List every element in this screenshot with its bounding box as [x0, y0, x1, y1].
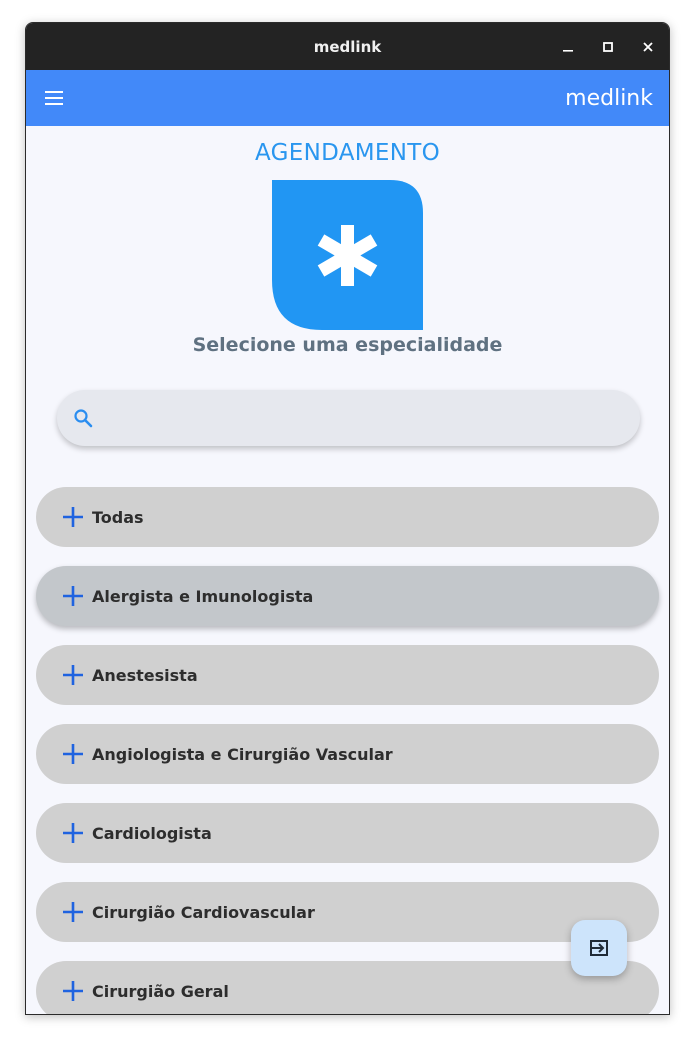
- search-icon: [74, 409, 93, 428]
- plus-icon: [63, 665, 83, 685]
- window-titlebar[interactable]: medlink: [26, 23, 669, 70]
- specialty-label: Alergista e Imunologista: [92, 586, 314, 606]
- plus-icon: [63, 902, 83, 922]
- specialty-item-todas[interactable]: Todas: [36, 487, 659, 547]
- specialty-label: Cirurgião Cardiovascular: [92, 902, 315, 922]
- close-icon: [643, 41, 653, 52]
- plus-icon: [63, 823, 83, 843]
- specialty-label: Angiologista e Cirurgião Vascular: [92, 744, 393, 764]
- search-bar[interactable]: [57, 390, 640, 446]
- plus-icon: [63, 981, 83, 1001]
- page-title: AGENDAMENTO: [255, 140, 440, 166]
- specialty-item-cirurgiao-geral[interactable]: Cirurgião Geral: [36, 961, 659, 1014]
- plus-icon: [63, 507, 83, 527]
- hamburger-menu-icon: [45, 91, 63, 105]
- specialty-item-anestesista[interactable]: Anestesista: [36, 645, 659, 705]
- specialty-item-cardiologista[interactable]: Cardiologista: [36, 803, 659, 863]
- specialty-label: Cardiologista: [92, 823, 212, 843]
- specialty-list: Todas Alergista e Imunologista Anestesis…: [36, 487, 659, 1014]
- maximize-button[interactable]: [599, 38, 617, 56]
- specialty-item-alergista[interactable]: Alergista e Imunologista: [36, 566, 659, 626]
- app-brand: medlink: [565, 85, 653, 111]
- logout-button[interactable]: [571, 920, 627, 976]
- specialty-label: Cirurgião Geral: [92, 981, 229, 1001]
- search-input[interactable]: [107, 390, 640, 446]
- plus-icon: [63, 586, 83, 606]
- close-button[interactable]: [639, 38, 657, 56]
- maximize-icon: [603, 41, 613, 52]
- window-controls: [559, 23, 657, 70]
- app-bar: medlink: [26, 70, 669, 126]
- specialty-item-angiologista[interactable]: Angiologista e Cirurgião Vascular: [36, 724, 659, 784]
- minimize-button[interactable]: [559, 38, 577, 56]
- specialty-label: Todas: [92, 507, 144, 527]
- logout-icon: [590, 940, 608, 956]
- window-title: medlink: [313, 37, 382, 56]
- main-content: AGENDAMENTO Selecione uma especialidade …: [26, 126, 669, 1014]
- plus-icon: [63, 744, 83, 764]
- menu-button[interactable]: [42, 86, 66, 110]
- medical-asterisk-icon: [272, 180, 423, 330]
- specialty-item-cirurgiao-cardiovascular[interactable]: Cirurgião Cardiovascular: [36, 882, 659, 942]
- specialty-label: Anestesista: [92, 665, 198, 685]
- minimize-icon: [563, 49, 573, 52]
- page-subtitle: Selecione uma especialidade: [192, 334, 503, 356]
- app-window: medlink medlink AGENDAMENTO Selecione um…: [25, 22, 670, 1015]
